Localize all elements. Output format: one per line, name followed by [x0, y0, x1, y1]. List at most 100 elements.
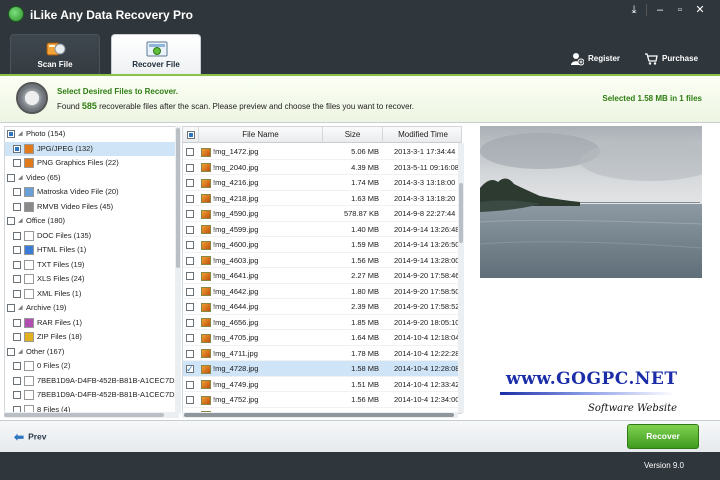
tab-scan-file[interactable]: Scan File [10, 34, 100, 74]
row-checkbox[interactable] [186, 380, 194, 389]
row-select-cell[interactable] [186, 206, 200, 221]
row-select-cell[interactable] [186, 268, 200, 283]
row-checkbox[interactable] [186, 362, 194, 376]
expand-triangle-icon[interactable]: ◢ [18, 127, 26, 141]
table-row[interactable]: !mg_4642.jpg 1.80 MB 2014-9-20 17:58:50 [183, 284, 459, 299]
row-checkbox[interactable] [186, 303, 194, 312]
row-select-cell[interactable] [186, 222, 200, 237]
row-checkbox[interactable] [186, 334, 194, 343]
tree-checkbox[interactable] [7, 130, 15, 139]
row-select-cell[interactable] [186, 392, 200, 407]
row-select-cell[interactable] [186, 284, 200, 299]
table-row[interactable]: !mg_4711.jpg 1.78 MB 2014-10-4 12:22:28 [183, 346, 459, 361]
row-select-cell[interactable] [186, 330, 200, 345]
tree-item[interactable]: 7BEB1D9A-D4FB-452B-B81B-A1CEC7D20 [5, 374, 178, 388]
column-modified-time[interactable]: Modified Time [383, 127, 461, 143]
row-checkbox[interactable] [186, 225, 194, 234]
tree-checkbox[interactable] [13, 318, 21, 327]
row-select-cell[interactable] [186, 253, 200, 268]
row-select-cell[interactable] [186, 361, 200, 376]
row-checkbox[interactable] [186, 349, 194, 358]
expand-triangle-icon[interactable]: ◢ [18, 214, 26, 228]
row-select-cell[interactable] [186, 175, 200, 190]
tree-checkbox[interactable] [13, 391, 21, 400]
tree-checkbox[interactable] [7, 347, 15, 356]
table-row[interactable]: !mg_4603.jpg 1.56 MB 2014-9-14 13:28:00 [183, 253, 459, 268]
tree-checkbox[interactable] [13, 362, 21, 371]
tree-item[interactable]: Matroska Video File (20) [5, 185, 178, 199]
tree-checkbox[interactable] [13, 246, 21, 255]
tree-checkbox[interactable] [7, 304, 15, 313]
register-link[interactable]: Register [570, 52, 620, 66]
tree-checkbox[interactable] [7, 173, 15, 182]
maximize-icon[interactable]: ▫ [670, 2, 690, 18]
row-select-cell[interactable] [186, 144, 200, 159]
minimize-icon[interactable]: – [650, 2, 670, 18]
column-size[interactable]: Size [323, 127, 383, 143]
tree-checkbox[interactable] [13, 376, 21, 385]
tree-checkbox[interactable] [13, 231, 21, 240]
row-select-cell[interactable] [186, 160, 200, 175]
recover-button[interactable]: Recover [627, 424, 699, 449]
download-icon[interactable]: ⤓ [624, 2, 644, 18]
table-row[interactable]: !mg_4218.jpg 1.63 MB 2014-3-3 13:18:20 [183, 191, 459, 206]
tree-checkbox[interactable] [13, 188, 21, 197]
tree-checkbox[interactable] [13, 333, 21, 342]
tree-item[interactable]: PNG Graphics Files (22) [5, 156, 178, 170]
table-row[interactable]: !mg_4641.jpg 2.27 MB 2014-9-20 17:58:46 [183, 268, 459, 284]
tree-item[interactable]: DOC Files (135) [5, 229, 178, 243]
expand-triangle-icon[interactable]: ◢ [18, 301, 26, 315]
tree-item[interactable]: 0 Files (2) [5, 359, 178, 373]
row-checkbox[interactable] [186, 272, 194, 281]
tree-item[interactable]: ZIP Files (18) [5, 330, 178, 344]
table-row[interactable]: !mg_4599.jpg 1.40 MB 2014-9-14 13:26:48 [183, 222, 459, 237]
tree-checkbox[interactable] [13, 159, 21, 168]
tree-hscroll-thumb[interactable] [4, 413, 164, 417]
row-checkbox[interactable] [186, 396, 194, 405]
row-select-cell[interactable] [186, 191, 200, 206]
tree-checkbox[interactable] [13, 144, 21, 153]
tree-category[interactable]: ◢ Office (180) [5, 214, 178, 228]
row-checkbox[interactable] [186, 210, 194, 219]
row-checkbox[interactable] [186, 256, 194, 265]
row-checkbox[interactable] [186, 148, 194, 157]
tree-vertical-scrollbar[interactable] [175, 126, 181, 414]
header-select-all[interactable] [183, 127, 199, 143]
table-row[interactable]: !mg_4749.jpg 1.51 MB 2014-10-4 12:33:42 [183, 377, 459, 392]
tree-scroll-thumb[interactable] [176, 128, 180, 268]
table-hscroll-thumb[interactable] [184, 413, 454, 417]
prev-button[interactable]: ⬅ Prev [14, 430, 47, 444]
row-checkbox[interactable] [186, 194, 194, 203]
tree-item[interactable]: RAR Files (1) [5, 316, 178, 330]
tree-item[interactable]: JPG/JPEG (132) [5, 141, 178, 156]
tree-checkbox[interactable] [13, 202, 21, 211]
tree-checkbox[interactable] [13, 260, 21, 269]
row-select-cell[interactable] [186, 346, 200, 361]
tree-item[interactable]: XLS Files (24) [5, 272, 178, 286]
row-checkbox[interactable] [186, 287, 194, 296]
tree-checkbox[interactable] [13, 289, 21, 298]
tree-horizontal-scrollbar[interactable] [4, 412, 179, 418]
close-icon[interactable]: ✕ [690, 2, 710, 18]
column-file-name[interactable]: File Name [199, 127, 323, 143]
purchase-link[interactable]: Purchase [644, 52, 698, 66]
table-vertical-scrollbar[interactable] [458, 143, 464, 413]
row-checkbox[interactable] [186, 179, 194, 188]
tree-category[interactable]: ◢ Other (167) [5, 345, 178, 359]
tree-checkbox[interactable] [7, 217, 15, 226]
table-row[interactable]: !mg_4656.jpg 1.85 MB 2014-9-20 18:05:10 [183, 315, 459, 330]
tree-item[interactable]: HTML Files (1) [5, 243, 178, 257]
tree-item[interactable]: RMVB Video Files (45) [5, 200, 178, 214]
tree-item[interactable]: 7BEB1D9A-D4FB-452B-B81B-A1CEC7D20 [5, 388, 178, 402]
row-select-cell[interactable] [186, 237, 200, 252]
table-row[interactable]: !mg_4728.jpg 1.58 MB 2014-10-4 12:28:08 [183, 361, 459, 377]
tree-item[interactable]: XML Files (1) [5, 287, 178, 301]
row-checkbox[interactable] [186, 241, 194, 250]
table-row[interactable]: !mg_4644.jpg 2.39 MB 2014-9-20 17:58:52 [183, 299, 459, 315]
table-row[interactable]: !mg_4600.jpg 1.59 MB 2014-9-14 13:26:50 [183, 237, 459, 253]
tree-category[interactable]: ◢ Archive (19) [5, 301, 178, 315]
tab-recover-file[interactable]: Recover File [111, 34, 201, 74]
table-scroll-thumb[interactable] [459, 183, 463, 243]
select-all-checkbox[interactable] [186, 130, 195, 139]
row-select-cell[interactable] [186, 377, 200, 392]
